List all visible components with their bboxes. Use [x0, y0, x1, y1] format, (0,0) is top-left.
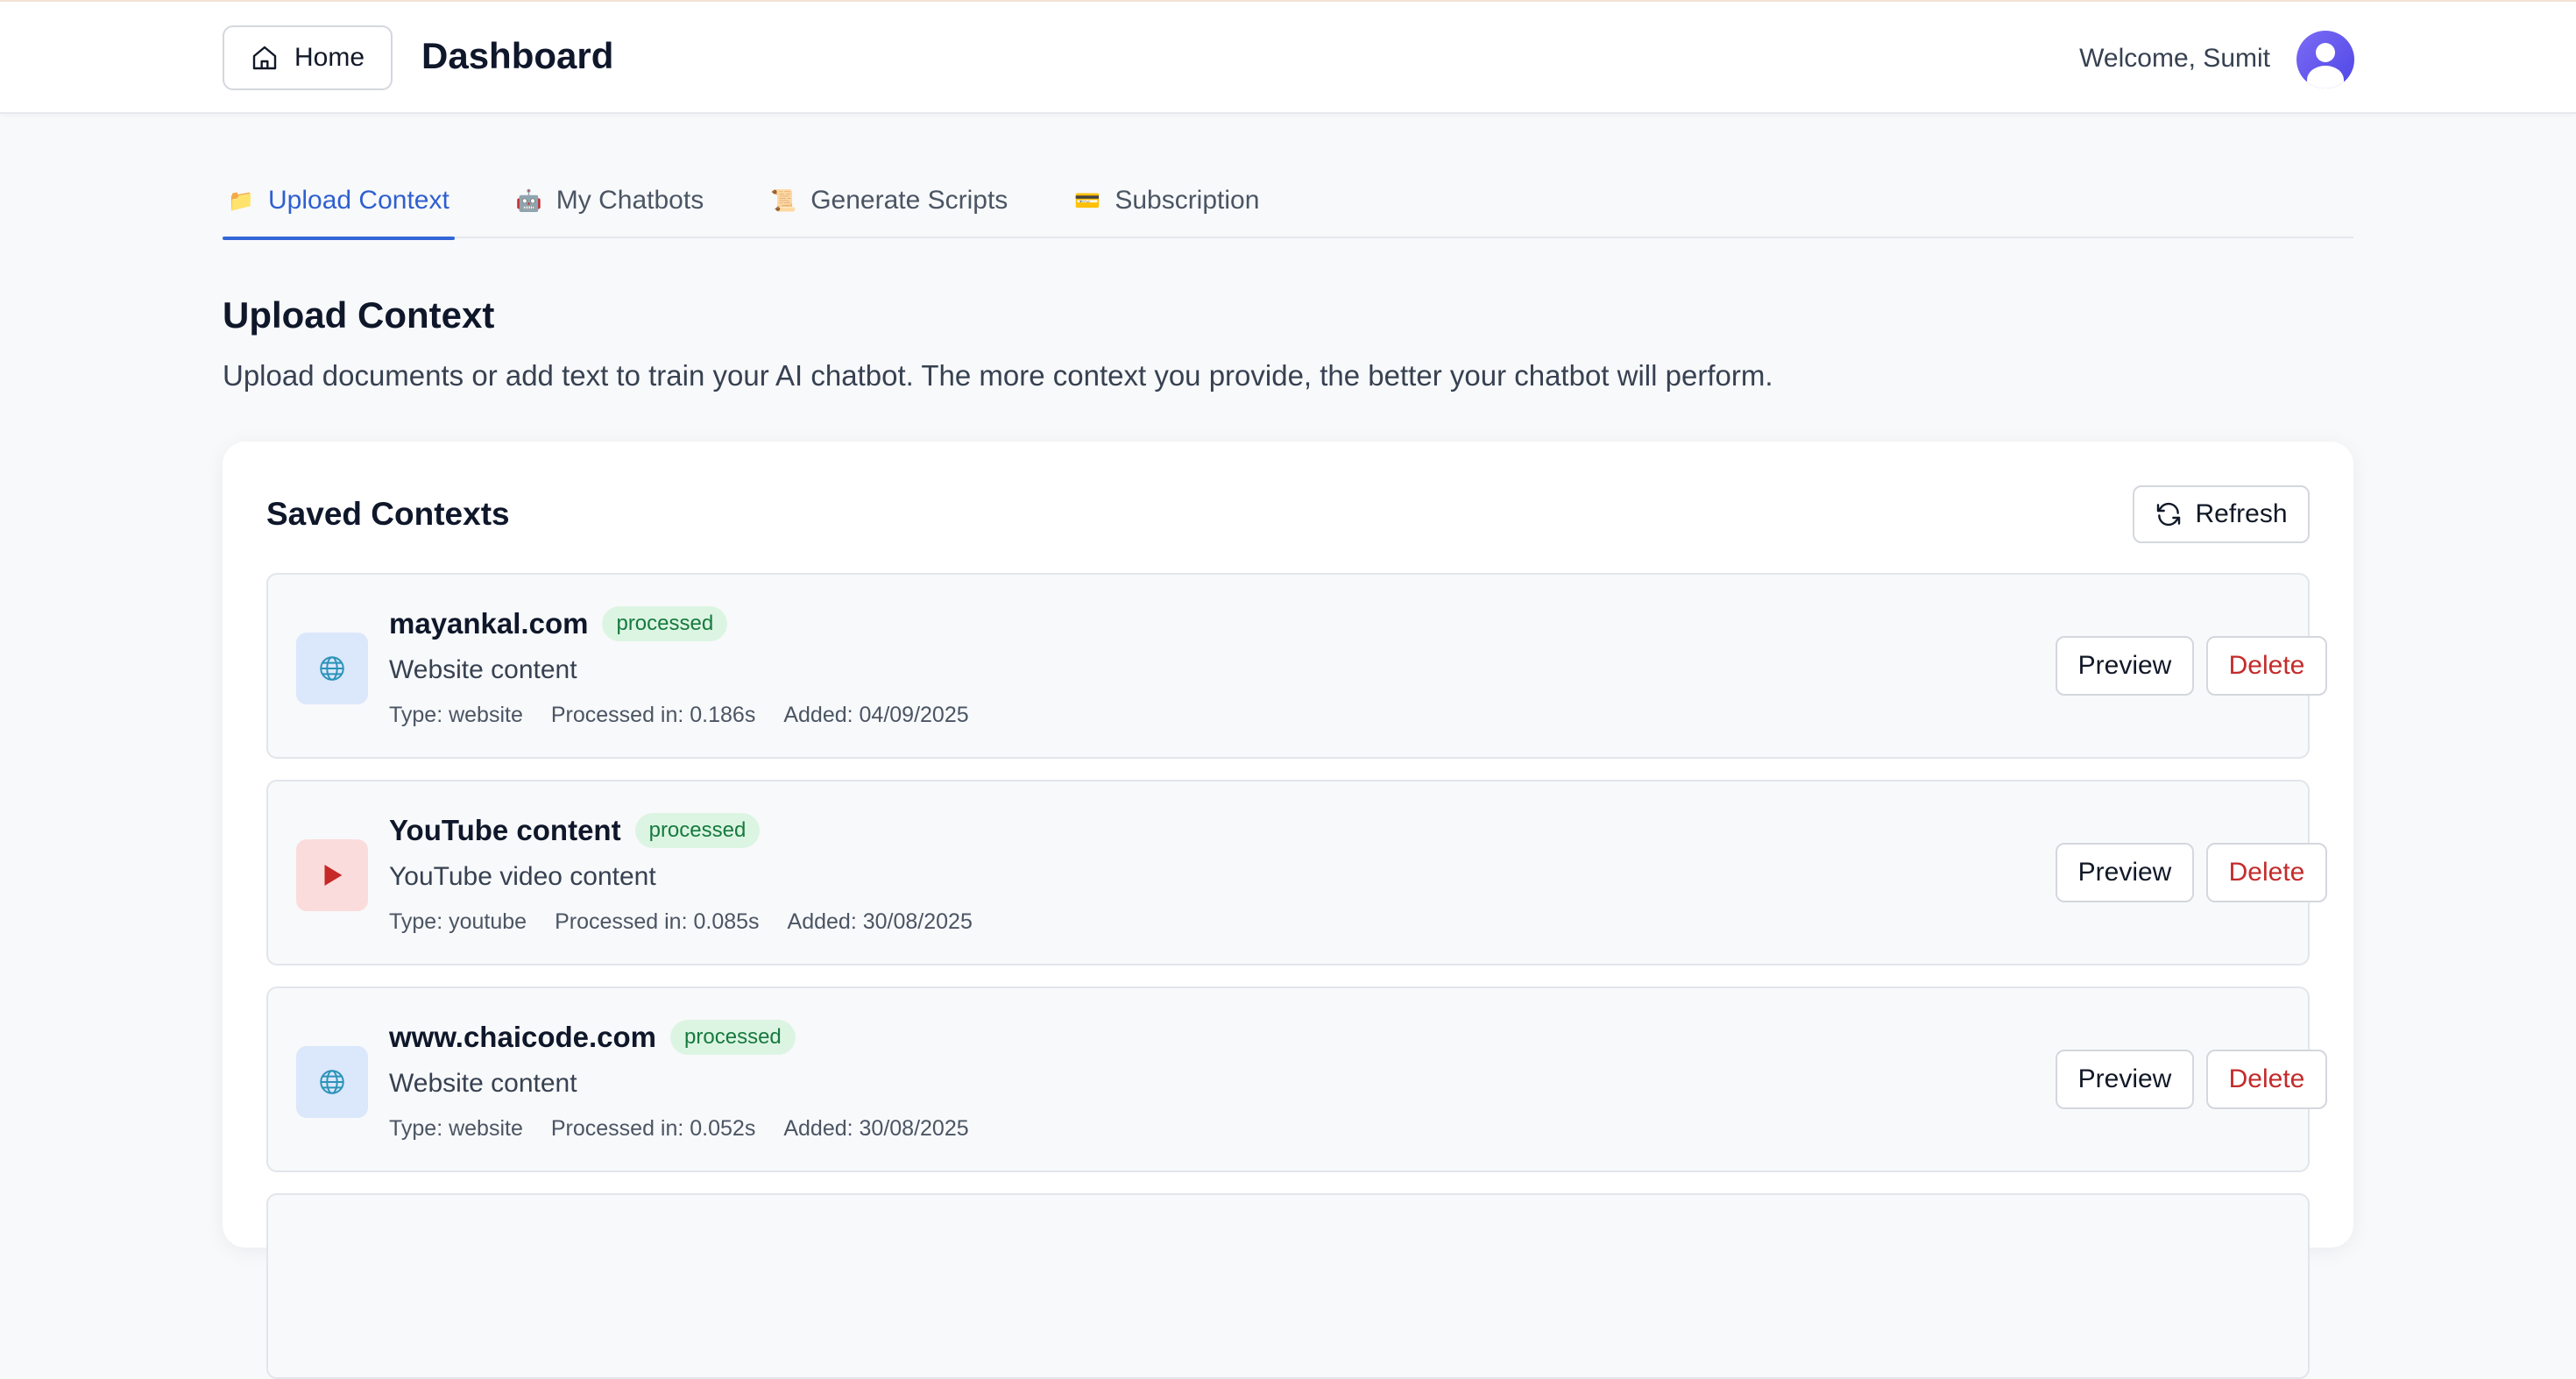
- context-added-date: Added: 04/09/2025: [783, 703, 969, 727]
- section-description: Upload documents or add text to train yo…: [223, 359, 1773, 392]
- status-badge: processed: [602, 606, 728, 641]
- context-meta: Type: website Processed in: 0.186s Added…: [389, 703, 969, 728]
- context-description: Website content: [389, 1069, 577, 1098]
- tab-label: My Chatbots: [556, 186, 704, 215]
- context-item: mayankal.com processed Website content Ty…: [266, 573, 2327, 759]
- context-type: Type: youtube: [389, 909, 527, 934]
- context-name: mayankal.com: [389, 607, 589, 640]
- context-processed-time: Processed in: 0.085s: [555, 909, 760, 934]
- tab-my-chatbots[interactable]: 🤖 My Chatbots: [511, 163, 709, 238]
- tab-label: Generate Scripts: [810, 186, 1008, 215]
- status-badge: processed: [670, 1020, 796, 1055]
- welcome-text: Welcome, Sumit: [2079, 44, 2270, 73]
- page-title: Dashboard: [421, 35, 614, 76]
- home-icon: [252, 46, 277, 70]
- saved-contexts-card: Saved Contexts Refresh mayankal.com proce…: [223, 442, 2353, 1379]
- home-button[interactable]: Home: [223, 25, 393, 90]
- context-description: Website content: [389, 655, 577, 684]
- context-description: YouTube video content: [389, 862, 656, 891]
- tab-label: Subscription: [1115, 186, 1260, 215]
- refresh-button[interactable]: Refresh: [2133, 485, 2310, 543]
- robot-icon: 🤖: [515, 188, 542, 213]
- avatar-head: [2316, 43, 2335, 62]
- context-processed-time: Processed in: 0.186s: [550, 703, 756, 727]
- context-type: Type: website: [389, 1116, 523, 1141]
- context-item: YouTube content processed YouTube video c…: [266, 780, 2327, 965]
- tab-bar: 📁 Upload Context 🤖 My Chatbots 📜 Generat…: [223, 163, 2353, 240]
- globe-icon: [296, 633, 368, 704]
- tab-label: Upload Context: [268, 186, 449, 215]
- globe-icon: [296, 1046, 368, 1118]
- section-title: Upload Context: [223, 294, 495, 336]
- preview-button[interactable]: Preview: [2056, 636, 2194, 696]
- context-name: www.chaicode.com: [389, 1021, 657, 1053]
- context-processed-time: Processed in: 0.052s: [550, 1116, 756, 1141]
- app-header: Home Dashboard Welcome, Sumit: [0, 2, 2576, 114]
- delete-button[interactable]: Delete: [2206, 636, 2327, 696]
- delete-button[interactable]: Delete: [2206, 843, 2327, 902]
- tab-subscription[interactable]: 💳 Subscription: [1069, 163, 1264, 238]
- preview-button[interactable]: Preview: [2056, 843, 2194, 902]
- status-badge: processed: [634, 813, 761, 848]
- tab-upload-context[interactable]: 📁 Upload Context: [223, 163, 455, 240]
- context-name: YouTube content: [389, 814, 621, 846]
- context-title: YouTube content processed: [389, 813, 761, 848]
- refresh-label: Refresh: [2195, 499, 2288, 528]
- context-item: [266, 1193, 2310, 1379]
- saved-contexts-title: Saved Contexts: [266, 496, 510, 532]
- context-meta: Type: youtube Processed in: 0.085s Added…: [389, 909, 973, 935]
- context-item: www.chaicode.com processed Website conten…: [266, 987, 2327, 1172]
- folder-icon: 📁: [228, 188, 254, 213]
- refresh-icon: [2157, 502, 2181, 527]
- delete-button[interactable]: Delete: [2206, 1050, 2327, 1109]
- context-meta: Type: website Processed in: 0.052s Added…: [389, 1116, 969, 1142]
- context-title: www.chaicode.com processed: [389, 1020, 796, 1055]
- preview-button[interactable]: Preview: [2056, 1050, 2194, 1109]
- context-title: mayankal.com processed: [389, 606, 728, 641]
- scroll-icon: 📜: [770, 188, 797, 213]
- tab-generate-scripts[interactable]: 📜 Generate Scripts: [765, 163, 1013, 238]
- play-icon: [296, 839, 368, 911]
- context-added-date: Added: 30/08/2025: [787, 909, 973, 934]
- avatar[interactable]: [2296, 31, 2354, 88]
- context-added-date: Added: 30/08/2025: [783, 1116, 969, 1141]
- credit-card-icon: 💳: [1074, 188, 1101, 213]
- context-type: Type: website: [389, 703, 523, 727]
- avatar-body: [2307, 66, 2344, 88]
- home-label: Home: [294, 43, 365, 72]
